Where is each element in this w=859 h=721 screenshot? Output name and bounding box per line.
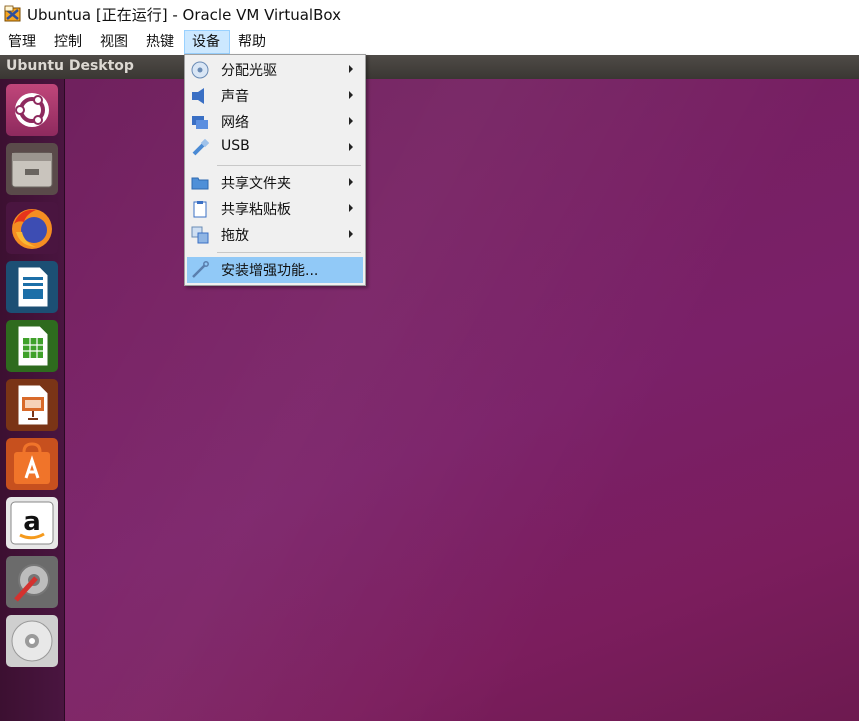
files-icon[interactable]	[6, 143, 58, 195]
menu-hotkey[interactable]: 热键	[142, 30, 178, 54]
menu-item-label: 共享文件夹	[221, 176, 291, 192]
virtualbox-icon	[4, 5, 21, 22]
usb-icon	[192, 139, 209, 156]
libreoffice-writer-icon[interactable]	[6, 261, 58, 313]
shared-clipboard-icon	[193, 201, 207, 218]
submenu-arrow-icon	[349, 117, 353, 125]
menu-help[interactable]: 帮助	[234, 30, 270, 54]
menu-item-network[interactable]: 网络	[187, 109, 363, 135]
ubuntu-top-panel: Ubuntu Desktop	[0, 55, 859, 80]
menu-item-label: USB	[221, 138, 250, 154]
guest-additions-icon	[192, 261, 209, 278]
menu-item-label: 共享粘贴板	[221, 202, 291, 218]
devices-menu: 分配光驱 声音 网络 USB 共享文件夹 共享粘贴板 拖放 安装增强功能...	[184, 54, 366, 286]
vm-display[interactable]: Ubuntu Desktop a	[0, 55, 859, 721]
ubuntu-launcher: a	[0, 79, 65, 721]
libreoffice-calc-icon[interactable]	[6, 320, 58, 372]
menu-item-install-guest-additions[interactable]: 安装增强功能...	[187, 257, 363, 283]
menu-item-audio[interactable]: 声音	[187, 83, 363, 109]
menu-separator	[217, 252, 361, 253]
ubuntu-panel-title: Ubuntu Desktop	[6, 58, 134, 74]
libreoffice-impress-icon[interactable]	[6, 379, 58, 431]
submenu-arrow-icon	[349, 204, 353, 212]
menu-item-shared-folders[interactable]: 共享文件夹	[187, 170, 363, 196]
audio-icon	[192, 88, 204, 104]
title-bar: Ubuntua [正在运行] - Oracle VM VirtualBox	[0, 0, 859, 30]
menu-item-label: 声音	[221, 89, 249, 105]
menu-devices[interactable]: 设备	[184, 30, 230, 54]
menu-control[interactable]: 控制	[50, 30, 86, 54]
amazon-icon[interactable]: a	[6, 497, 58, 549]
shared-folder-icon	[191, 177, 209, 190]
menu-item-shared-clipboard[interactable]: 共享粘贴板	[187, 196, 363, 222]
submenu-arrow-icon	[349, 91, 353, 99]
optical-drive-icon	[191, 61, 209, 79]
menu-bar: 管理 控制 视图 热键 设备 帮助	[0, 30, 859, 55]
menu-item-label: 网络	[221, 115, 249, 131]
menu-manage[interactable]: 管理	[4, 30, 40, 54]
submenu-arrow-icon	[349, 178, 353, 186]
system-settings-icon[interactable]	[6, 556, 58, 608]
menu-view[interactable]: 视图	[96, 30, 132, 54]
firefox-icon[interactable]	[6, 202, 58, 254]
menu-item-label: 拖放	[221, 228, 249, 244]
menu-item-label: 分配光驱	[221, 63, 277, 79]
menu-item-usb[interactable]: USB	[187, 135, 363, 161]
dvd-icon[interactable]	[6, 615, 58, 667]
menu-item-optical-drives[interactable]: 分配光驱	[187, 57, 363, 83]
menu-item-drag-and-drop[interactable]: 拖放	[187, 222, 363, 248]
submenu-arrow-icon	[349, 230, 353, 238]
drag-drop-icon	[191, 226, 209, 244]
ubuntu-desktop-background[interactable]	[0, 79, 859, 721]
window-title: Ubuntua [正在运行] - Oracle VM VirtualBox	[27, 6, 341, 24]
submenu-arrow-icon	[349, 65, 353, 73]
network-icon	[192, 116, 208, 129]
svg-text:a: a	[23, 507, 41, 537]
ubuntu-dash-icon[interactable]	[6, 84, 58, 136]
ubuntu-software-icon[interactable]	[6, 438, 58, 490]
menu-separator	[217, 165, 361, 166]
menu-item-label: 安装增强功能...	[221, 263, 319, 279]
submenu-arrow-icon	[349, 143, 353, 151]
